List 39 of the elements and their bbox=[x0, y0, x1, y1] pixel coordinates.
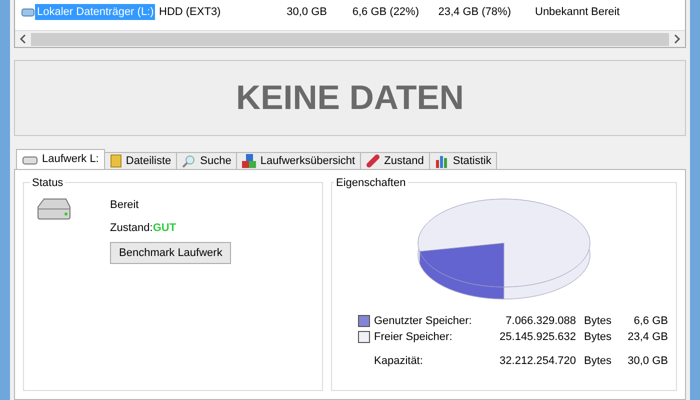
legend-label: Genutzter Speicher: bbox=[374, 314, 473, 329]
blocks-icon bbox=[242, 154, 256, 168]
pill-icon bbox=[366, 154, 380, 168]
folder-icon bbox=[110, 154, 122, 168]
status-text: Bereit bbox=[591, 4, 620, 20]
size-value: 30,0 GB bbox=[626, 354, 668, 369]
total-size: 30,0 GB bbox=[286, 4, 327, 20]
group-title: Eigenschaften bbox=[334, 175, 408, 192]
bytes-value: 25.145.925.632 bbox=[498, 330, 576, 345]
health-label: Zustand: bbox=[110, 220, 153, 236]
free-size: 23,4 GB (78%) bbox=[437, 4, 511, 20]
bytes-value: 32.212.254.720 bbox=[498, 354, 576, 369]
hard-drive-icon bbox=[36, 197, 72, 221]
no-data-text: KEINE DATEN bbox=[236, 78, 464, 118]
drive-icon bbox=[21, 7, 35, 17]
drive-type: HDD (EXT3) bbox=[159, 4, 222, 20]
tab[interactable]: Suche bbox=[176, 152, 238, 169]
tab[interactable]: Dateiliste bbox=[104, 152, 178, 169]
size-value: 23,4 GB bbox=[626, 330, 668, 345]
tab[interactable]: Zustand bbox=[360, 152, 430, 169]
tab[interactable]: Statistik bbox=[428, 152, 498, 169]
legend-label: Freier Speicher: bbox=[374, 330, 454, 345]
legend-label: Kapazität: bbox=[374, 354, 424, 369]
benchmark-button[interactable]: Benchmark Laufwerk bbox=[110, 242, 232, 264]
drive-icon bbox=[22, 154, 38, 164]
size-value: 6,6 GB bbox=[632, 314, 668, 329]
bytes-unit: Bytes bbox=[584, 330, 613, 345]
bytes-unit: Bytes bbox=[584, 314, 613, 329]
bytes-value: 7.066.329.088 bbox=[504, 314, 576, 329]
bar-chart-icon bbox=[434, 154, 449, 168]
horizontal-scrollbar[interactable] bbox=[15, 30, 685, 47]
health-text: Unbekannt bbox=[535, 4, 590, 20]
drive-state-text: Bereit bbox=[110, 198, 139, 213]
bytes-unit: Bytes bbox=[584, 354, 613, 369]
tab[interactable]: Laufwerksübersicht bbox=[236, 152, 362, 169]
magnifier-icon bbox=[182, 154, 196, 168]
health-value: GUT bbox=[152, 220, 176, 236]
tab[interactable]: Laufwerk L: bbox=[16, 149, 105, 169]
used-size: 6,6 GB (22%) bbox=[351, 4, 419, 20]
